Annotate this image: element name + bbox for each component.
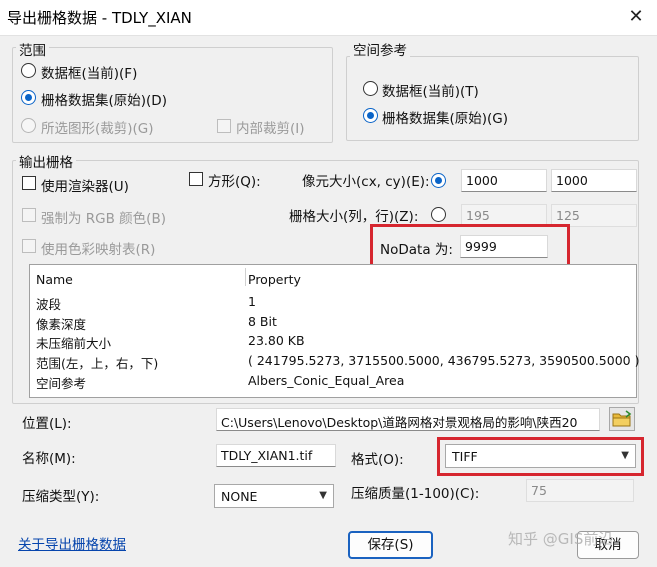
extent-radio-selected-graphics (21, 118, 36, 133)
table-row-value: 23.80 KB (248, 333, 305, 348)
location-input[interactable]: C:\Users\Lenovo\Desktop\道路网格对景观格局的影响\陕西2… (216, 408, 600, 431)
table-row-name: 像素深度 (36, 317, 87, 332)
quality-input: 75 (526, 479, 634, 502)
cell-size-radio[interactable] (431, 173, 446, 188)
filename-label: 名称(M): (22, 451, 76, 467)
spatial-ref-legend: 空间参考 (350, 39, 410, 59)
table-row-name: 范围(左，上，右，下) (36, 356, 159, 371)
location-label: 位置(L): (22, 416, 72, 432)
clip-inside-label: 内部裁剪(I) (236, 121, 305, 137)
format-selected-value: TIFF (452, 449, 478, 464)
extent-radio-dataframe[interactable] (21, 63, 36, 78)
cell-size-label: 像元大小(cx, cy)(E): (302, 174, 430, 190)
extent-label-dataframe: 数据框(当前)(F) (41, 66, 138, 82)
title-bar: 导出栅格数据 - TDLY_XIAN ✕ (0, 0, 657, 36)
watermark: 知乎 @GIS前沿 (508, 530, 614, 548)
extent-legend: 范围 (16, 39, 49, 59)
save-button[interactable]: 保存(S) (348, 531, 433, 559)
filename-input[interactable]: TDLY_XIAN1.tif (216, 444, 336, 467)
spatial-ref-label-raster-dataset: 栅格数据集(原始)(G) (382, 111, 509, 127)
table-row-value: 8 Bit (248, 314, 277, 329)
square-checkbox[interactable] (189, 172, 203, 186)
compression-select[interactable]: NONE ▼ (214, 484, 334, 508)
square-label: 方形(Q): (208, 174, 261, 190)
column-separator (245, 268, 246, 286)
extent-label-raster-dataset: 栅格数据集(原始)(D) (41, 93, 167, 109)
browse-folder-button[interactable] (609, 407, 635, 431)
extent-label-selected-graphics: 所选图形(裁剪)(G) (41, 121, 154, 137)
close-icon[interactable]: ✕ (622, 4, 650, 30)
header-property: Property (248, 272, 301, 287)
force-rgb-label: 强制为 RGB 颜色(B) (41, 211, 166, 227)
spatial-ref-label-dataframe: 数据框(当前)(T) (382, 84, 479, 100)
cell-size-y-input[interactable]: 1000 (551, 169, 637, 192)
use-colormap-checkbox (22, 239, 36, 253)
table-row-name: 波段 (36, 297, 62, 312)
format-select[interactable]: TIFF ▼ (445, 444, 636, 468)
use-renderer-label: 使用渲染器(U) (41, 179, 129, 195)
folder-icon (612, 410, 632, 427)
header-name: Name (36, 272, 73, 287)
table-row-value: ( 241795.5273, 3715500.5000, 436795.5273… (248, 353, 640, 368)
raster-size-label: 栅格大小(列，行)(Z): (289, 209, 419, 225)
table-row-value: 1 (248, 294, 256, 309)
about-export-link[interactable]: 关于导出栅格数据 (18, 533, 126, 553)
window-title: 导出栅格数据 - TDLY_XIAN (7, 9, 192, 27)
chevron-down-icon: ▼ (319, 490, 327, 501)
output-raster-legend: 输出栅格 (16, 151, 76, 171)
table-row-name: 空间参考 (36, 376, 87, 391)
use-colormap-label: 使用色彩映射表(R) (41, 242, 156, 258)
quality-label: 压缩质量(1-100)(C): (351, 486, 480, 502)
compression-selected-value: NONE (221, 489, 258, 504)
clip-inside-checkbox (217, 119, 231, 133)
chevron-down-icon: ▼ (621, 450, 629, 461)
extent-radio-raster-dataset[interactable] (21, 90, 36, 105)
nodata-label: NoData 为: (380, 242, 453, 258)
properties-table: Name Property 波段 1 像素深度 8 Bit 未压缩前大小 23.… (29, 264, 640, 398)
nodata-input[interactable]: 9999 (460, 235, 548, 258)
force-rgb-checkbox (22, 208, 36, 222)
spatial-ref-radio-raster-dataset[interactable] (363, 108, 378, 123)
cell-size-x-input[interactable]: 1000 (461, 169, 547, 192)
compression-label: 压缩类型(Y): (22, 489, 100, 505)
raster-size-radio[interactable] (431, 207, 446, 222)
spatial-ref-radio-dataframe[interactable] (363, 81, 378, 96)
format-label: 格式(O): (351, 452, 404, 468)
table-row-value: Albers_Conic_Equal_Area (248, 373, 405, 388)
table-row-name: 未压缩前大小 (36, 336, 112, 351)
use-renderer-checkbox[interactable] (22, 176, 36, 190)
